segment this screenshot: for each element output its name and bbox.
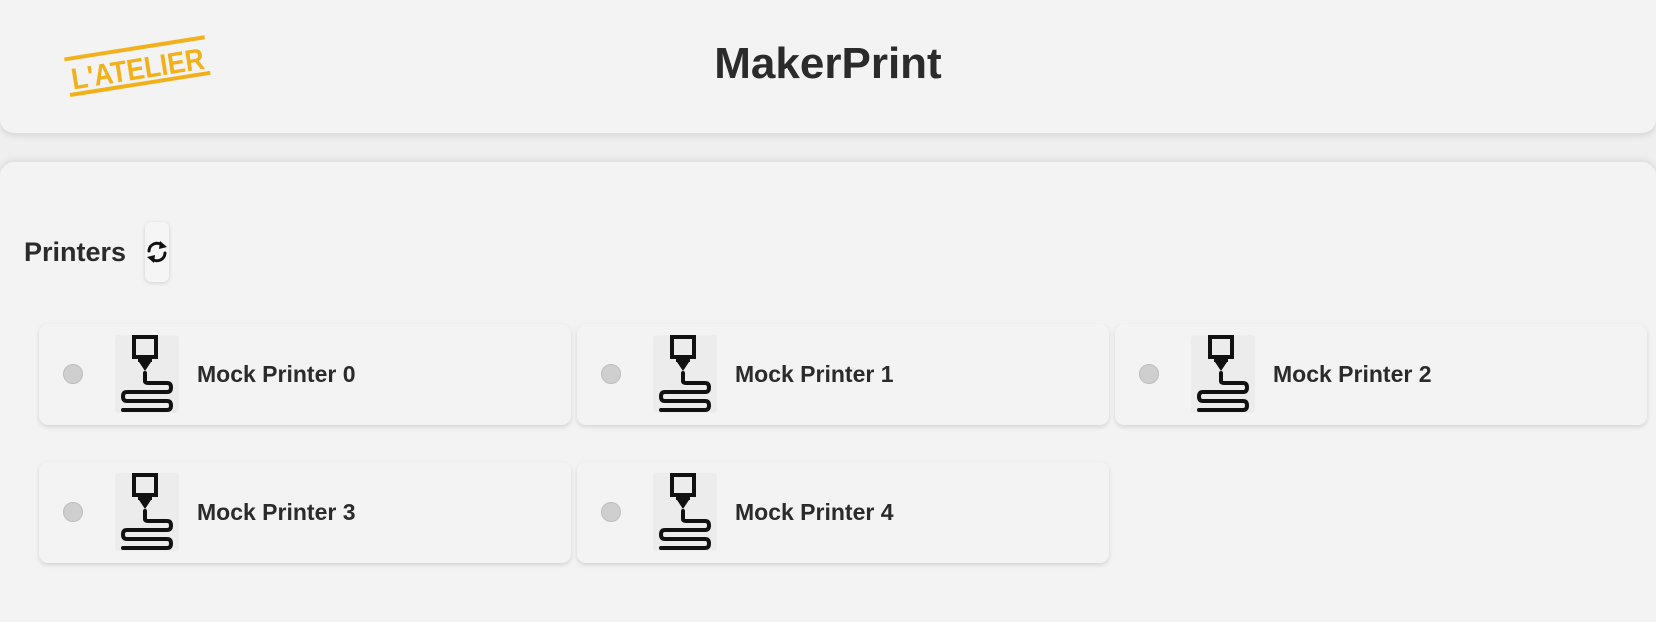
- status-indicator: [601, 364, 621, 384]
- printer-name: Mock Printer 1: [735, 361, 894, 387]
- printer-name: Mock Printer 3: [197, 499, 356, 525]
- printer-grid: Mock Printer 0 Mock Printer 1 Mock Print…: [39, 324, 1647, 563]
- printer-card-2[interactable]: Mock Printer 2: [1115, 324, 1647, 425]
- app-title: MakerPrint: [714, 39, 942, 88]
- printer-card-4[interactable]: Mock Printer 4: [577, 462, 1109, 563]
- status-indicator: [63, 502, 83, 522]
- 3d-printer-icon: [1191, 335, 1255, 413]
- 3d-printer-icon: [115, 473, 179, 551]
- 3d-printer-icon: [653, 473, 717, 551]
- printer-card-0[interactable]: Mock Printer 0: [39, 324, 571, 425]
- refresh-button[interactable]: [145, 222, 169, 282]
- printer-name: Mock Printer 0: [197, 361, 356, 387]
- printer-card-1[interactable]: Mock Printer 1: [577, 324, 1109, 425]
- printer-card-3[interactable]: Mock Printer 3: [39, 462, 571, 563]
- status-indicator: [63, 364, 83, 384]
- app-header: L'ATELIER MakerPrint: [0, 0, 1656, 133]
- printers-heading: Printers: [24, 237, 127, 267]
- 3d-printer-icon: [653, 335, 717, 413]
- printer-name: Mock Printer 2: [1273, 361, 1432, 387]
- status-indicator: [601, 502, 621, 522]
- printer-name: Mock Printer 4: [735, 499, 894, 525]
- printers-panel: Printers Mock Printer 0 Mock Printer 1 M…: [0, 162, 1656, 622]
- 3d-printer-icon: [115, 335, 179, 413]
- refresh-icon: [147, 241, 167, 263]
- status-indicator: [1139, 364, 1159, 384]
